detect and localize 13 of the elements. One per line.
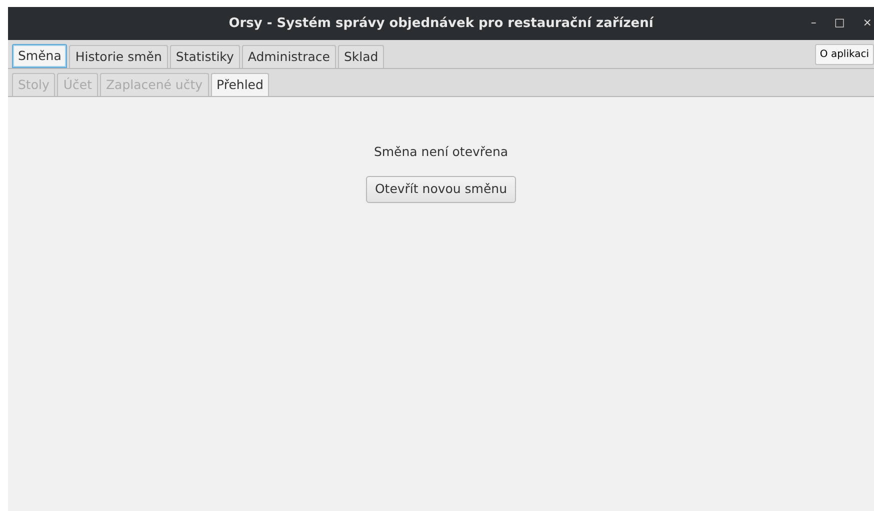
tab[interactable]: Statistiky [170,45,240,68]
open-shift-button[interactable]: Otevřít novou směnu [366,176,516,202]
close-button[interactable]: × [862,15,872,32]
about-button[interactable]: O aplikaci [814,44,874,65]
subtab[interactable]: Přehled [210,73,270,96]
tab[interactable]: Administrace [242,45,336,68]
tab[interactable]: Historie směn [69,45,168,68]
tab[interactable]: Sklad [338,45,384,68]
minimize-button[interactable]: – [810,15,816,32]
status-message: Směna není otevřena [374,143,508,161]
maximize-button[interactable]: □ [834,15,845,32]
tab[interactable]: Směna [12,44,68,68]
window-title: Orsy - Systém správy objednávek pro restaurační zařízení [228,14,654,33]
